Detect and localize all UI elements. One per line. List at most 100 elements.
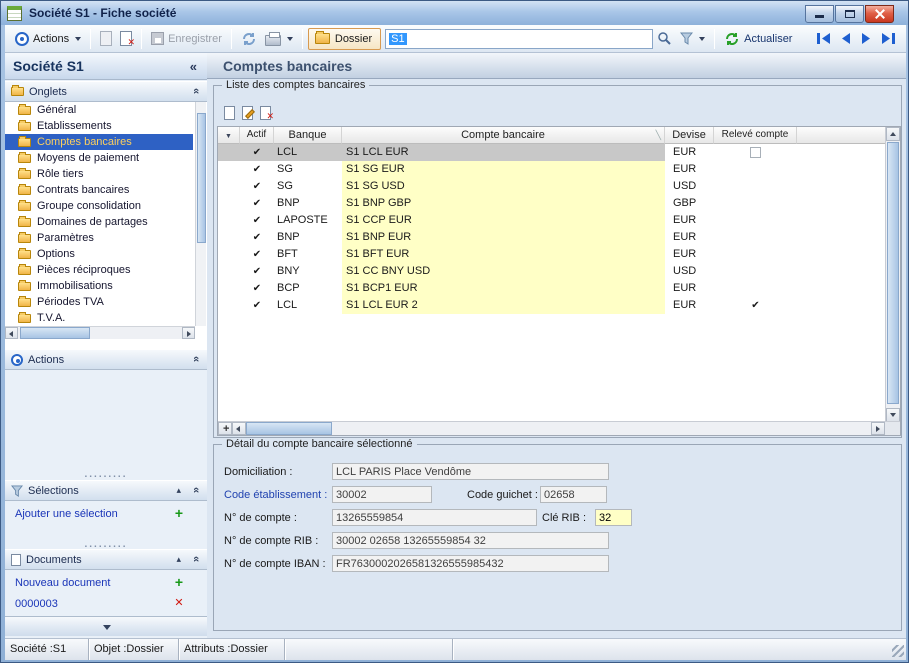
add-row-icon[interactable]	[224, 106, 235, 120]
banque-cell[interactable]: SG	[274, 161, 342, 178]
scroll-left-button[interactable]	[5, 327, 18, 339]
expand-columns-button[interactable]	[218, 422, 232, 435]
minimize-button[interactable]	[805, 5, 834, 23]
compte-cell[interactable]: S1 CC BNY USD	[342, 263, 665, 280]
releve-cell[interactable]	[714, 161, 797, 178]
sidebar-item-moyens-paiement[interactable]: Moyens de paiement	[5, 150, 193, 166]
table-row[interactable]: ✔ LCL S1 LCL EUR 2 EUR ✔	[218, 297, 886, 314]
scroll-left-button[interactable]	[232, 422, 246, 435]
sidebar-item-domaines-partages[interactable]: Domaines de partages	[5, 214, 193, 230]
compte-cell[interactable]: S1 BNP EUR	[342, 229, 665, 246]
table-row[interactable]: ✔ BFT S1 BFT EUR EUR	[218, 246, 886, 263]
sidebar-item-periodes-tva[interactable]: Périodes TVA	[5, 294, 193, 310]
table-row[interactable]: ✔ SG S1 SG USD USD	[218, 178, 886, 195]
devise-cell[interactable]: USD	[665, 263, 714, 280]
scroll-right-button[interactable]	[871, 422, 885, 435]
scrollbar-track[interactable]	[332, 422, 871, 435]
previous-record-button[interactable]	[840, 32, 852, 45]
close-button[interactable]	[865, 5, 894, 23]
actif-cell[interactable]: ✔	[240, 161, 274, 178]
delete-row-icon[interactable]	[260, 106, 271, 120]
releve-cell[interactable]	[714, 144, 797, 161]
compte-iban-field[interactable]	[332, 555, 609, 572]
table-row[interactable]: ✔ LCL S1 LCL EUR EUR	[218, 144, 886, 161]
banque-cell[interactable]: LCL	[274, 297, 342, 314]
column-header-banque[interactable]: Banque	[274, 127, 342, 144]
edit-row-icon[interactable]	[242, 106, 253, 120]
column-header-compte[interactable]: Compte bancaire	[342, 127, 665, 144]
code-etablissement-field[interactable]	[332, 486, 432, 503]
pin-up-icon[interactable]	[176, 554, 181, 565]
banque-cell[interactable]: SG	[274, 178, 342, 195]
checkbox[interactable]	[750, 147, 761, 158]
search-button[interactable]	[653, 29, 676, 48]
actif-cell[interactable]: ✔	[240, 212, 274, 229]
column-header-devise[interactable]: Devise	[665, 127, 714, 144]
sidebar-item-groupe-consolidation[interactable]: Groupe consolidation	[5, 198, 193, 214]
table-row[interactable]: ✔ SG S1 SG EUR EUR	[218, 161, 886, 178]
sidebar-item-comptes-bancaires[interactable]: Comptes bancaires	[5, 134, 193, 150]
compte-cell[interactable]: S1 SG USD	[342, 178, 665, 195]
sidebar-item-role-tiers[interactable]: Rôle tiers	[5, 166, 193, 182]
releve-cell[interactable]	[714, 263, 797, 280]
actif-cell[interactable]: ✔	[240, 263, 274, 280]
compte-cell[interactable]: S1 SG EUR	[342, 161, 665, 178]
banque-cell[interactable]: BCP	[274, 280, 342, 297]
scrollbar-thumb[interactable]	[887, 142, 899, 404]
actif-cell[interactable]: ✔	[240, 229, 274, 246]
devise-cell[interactable]: EUR	[665, 229, 714, 246]
banque-cell[interactable]: BNP	[274, 195, 342, 212]
table-row[interactable]: ✔ BNP S1 BNP EUR EUR	[218, 229, 886, 246]
sidebar-item-parametres[interactable]: Paramètres	[5, 230, 193, 246]
actif-cell[interactable]: ✔	[240, 297, 274, 314]
chevron-up-icon[interactable]	[190, 556, 202, 562]
last-record-button[interactable]	[880, 32, 896, 45]
print-button[interactable]	[261, 29, 297, 48]
sidebar-item-etablissements[interactable]: Etablissements	[5, 118, 193, 134]
scrollbar-thumb[interactable]	[246, 422, 332, 435]
compte-cell[interactable]: S1 BCP1 EUR	[342, 280, 665, 297]
add-selection-link[interactable]: Ajouter une sélection	[15, 506, 118, 522]
add-icon[interactable]	[173, 506, 185, 520]
save-button[interactable]: Enregistrer	[147, 30, 226, 47]
compte-rib-field[interactable]	[332, 532, 609, 549]
filter-button[interactable]	[676, 30, 709, 47]
collapsed-section-bar[interactable]	[5, 616, 207, 636]
document-number-link[interactable]: 0000003	[15, 596, 58, 612]
sidebar-item-tva[interactable]: T.V.A.	[5, 310, 193, 326]
resize-grip[interactable]	[892, 645, 904, 657]
table-horizontal-scrollbar[interactable]	[218, 421, 900, 435]
code-guichet-field[interactable]	[540, 486, 607, 503]
maximize-button[interactable]	[835, 5, 864, 23]
new-document-link[interactable]: Nouveau document	[15, 575, 110, 591]
delete-record-button[interactable]	[116, 29, 136, 48]
column-header-releve[interactable]: Relevé compte	[714, 127, 797, 144]
first-record-button[interactable]	[816, 32, 832, 45]
table-row[interactable]: ✔ BCP S1 BCP1 EUR EUR	[218, 280, 886, 297]
actif-cell[interactable]: ✔	[240, 246, 274, 263]
actif-cell[interactable]: ✔	[240, 178, 274, 195]
next-record-button[interactable]	[860, 32, 872, 45]
compte-cell[interactable]: S1 CCP EUR	[342, 212, 665, 229]
releve-cell[interactable]: ✔	[714, 297, 797, 314]
banque-cell[interactable]: BNP	[274, 229, 342, 246]
add-icon[interactable]	[173, 575, 185, 589]
table-row[interactable]: ✔ BNP S1 BNP GBP GBP	[218, 195, 886, 212]
cle-rib-field[interactable]	[595, 509, 632, 526]
collapse-sidebar-icon[interactable]: «	[190, 59, 197, 74]
compte-cell[interactable]: S1 BNP GBP	[342, 195, 665, 212]
code-etablissement-label[interactable]: Code établissement :	[224, 487, 327, 504]
table-row[interactable]: ✔ LAPOSTE S1 CCP EUR EUR	[218, 212, 886, 229]
compte-cell[interactable]: S1 BFT EUR	[342, 246, 665, 263]
scrollbar-thumb[interactable]	[197, 113, 206, 243]
actions-menu-button[interactable]: Actions	[11, 30, 85, 48]
devise-cell[interactable]: EUR	[665, 144, 714, 161]
onglets-horizontal-scrollbar[interactable]	[5, 326, 195, 339]
devise-cell[interactable]: USD	[665, 178, 714, 195]
dossier-button[interactable]: Dossier	[308, 28, 381, 50]
scroll-down-button[interactable]	[886, 408, 900, 422]
compte-cell[interactable]: S1 LCL EUR	[342, 144, 665, 161]
actualiser-button[interactable]: Actualiser	[720, 29, 796, 49]
onglets-section-header[interactable]: Onglets	[5, 81, 207, 102]
scrollbar-thumb[interactable]	[20, 327, 90, 339]
